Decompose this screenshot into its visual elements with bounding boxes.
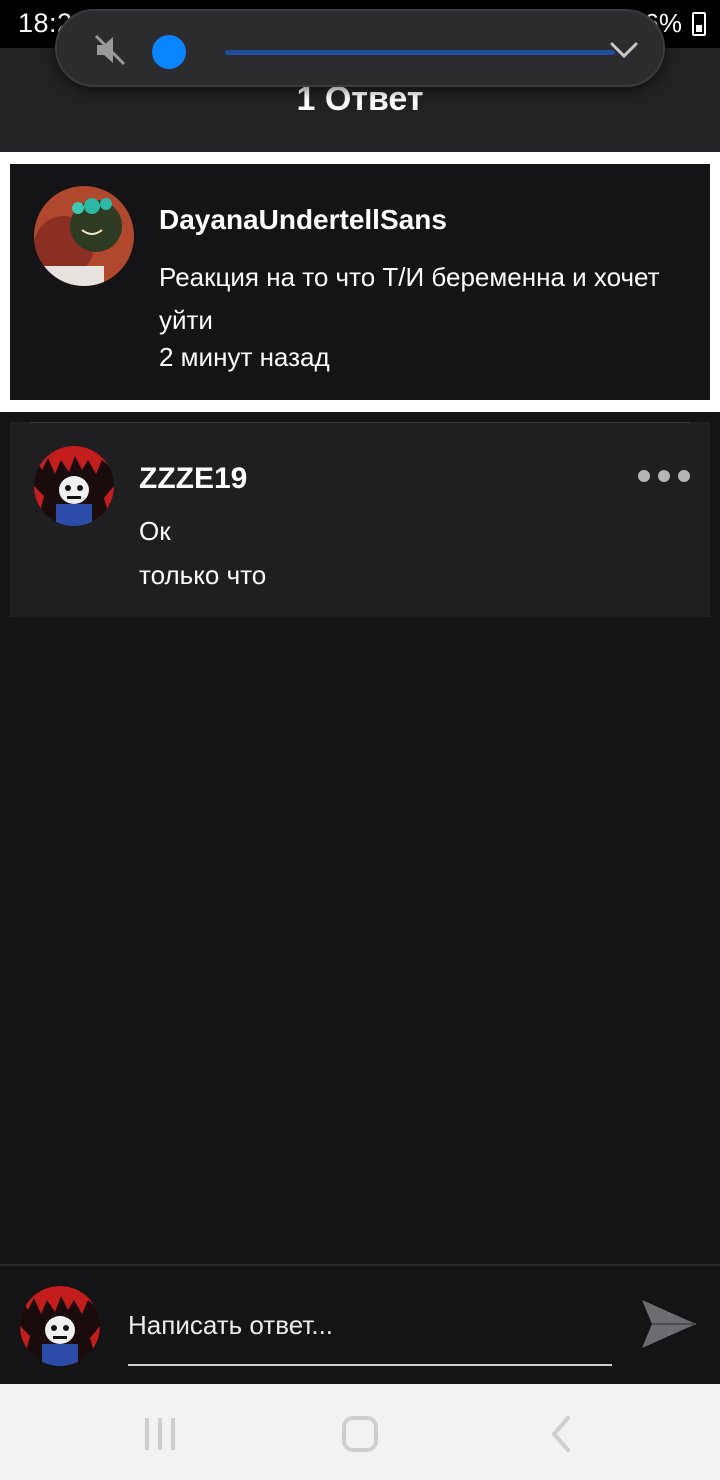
comment-author[interactable]: DayanaUndertellSans — [159, 204, 447, 236]
reply-author[interactable]: ZZZE19 — [139, 462, 247, 496]
avatar[interactable] — [34, 446, 114, 526]
system-nav-bar — [0, 1384, 720, 1480]
reply-composer — [0, 1264, 720, 1384]
back-icon[interactable] — [542, 1414, 582, 1454]
reply-timestamp: только что — [139, 560, 267, 590]
comment-text: Реакция на то что Т/И беременна и хочет … — [159, 262, 660, 335]
reply-text: Ок — [139, 516, 171, 546]
send-icon[interactable] — [640, 1296, 698, 1352]
volume-panel[interactable] — [55, 9, 665, 87]
comment-timestamp: 2 минут назад — [159, 342, 330, 372]
divider — [30, 422, 690, 423]
volume-slider-track[interactable] — [225, 50, 615, 55]
volume-slider-knob[interactable] — [152, 35, 186, 69]
avatar[interactable] — [34, 186, 134, 286]
reply-input[interactable] — [128, 1306, 612, 1366]
more-options-icon[interactable] — [638, 470, 690, 484]
home-icon[interactable] — [340, 1414, 380, 1454]
chevron-down-icon[interactable] — [609, 37, 639, 63]
recent-apps-icon[interactable] — [140, 1414, 180, 1454]
reply-item: ZZZE19 Ок только что — [10, 422, 710, 617]
parent-comment-highlight: DayanaUndertellSans Реакция на то что Т/… — [0, 152, 720, 412]
battery-charging-icon — [692, 11, 706, 36]
avatar — [20, 1286, 100, 1366]
parent-comment: DayanaUndertellSans Реакция на то что Т/… — [10, 164, 710, 400]
volume-mute-icon[interactable] — [93, 33, 127, 67]
